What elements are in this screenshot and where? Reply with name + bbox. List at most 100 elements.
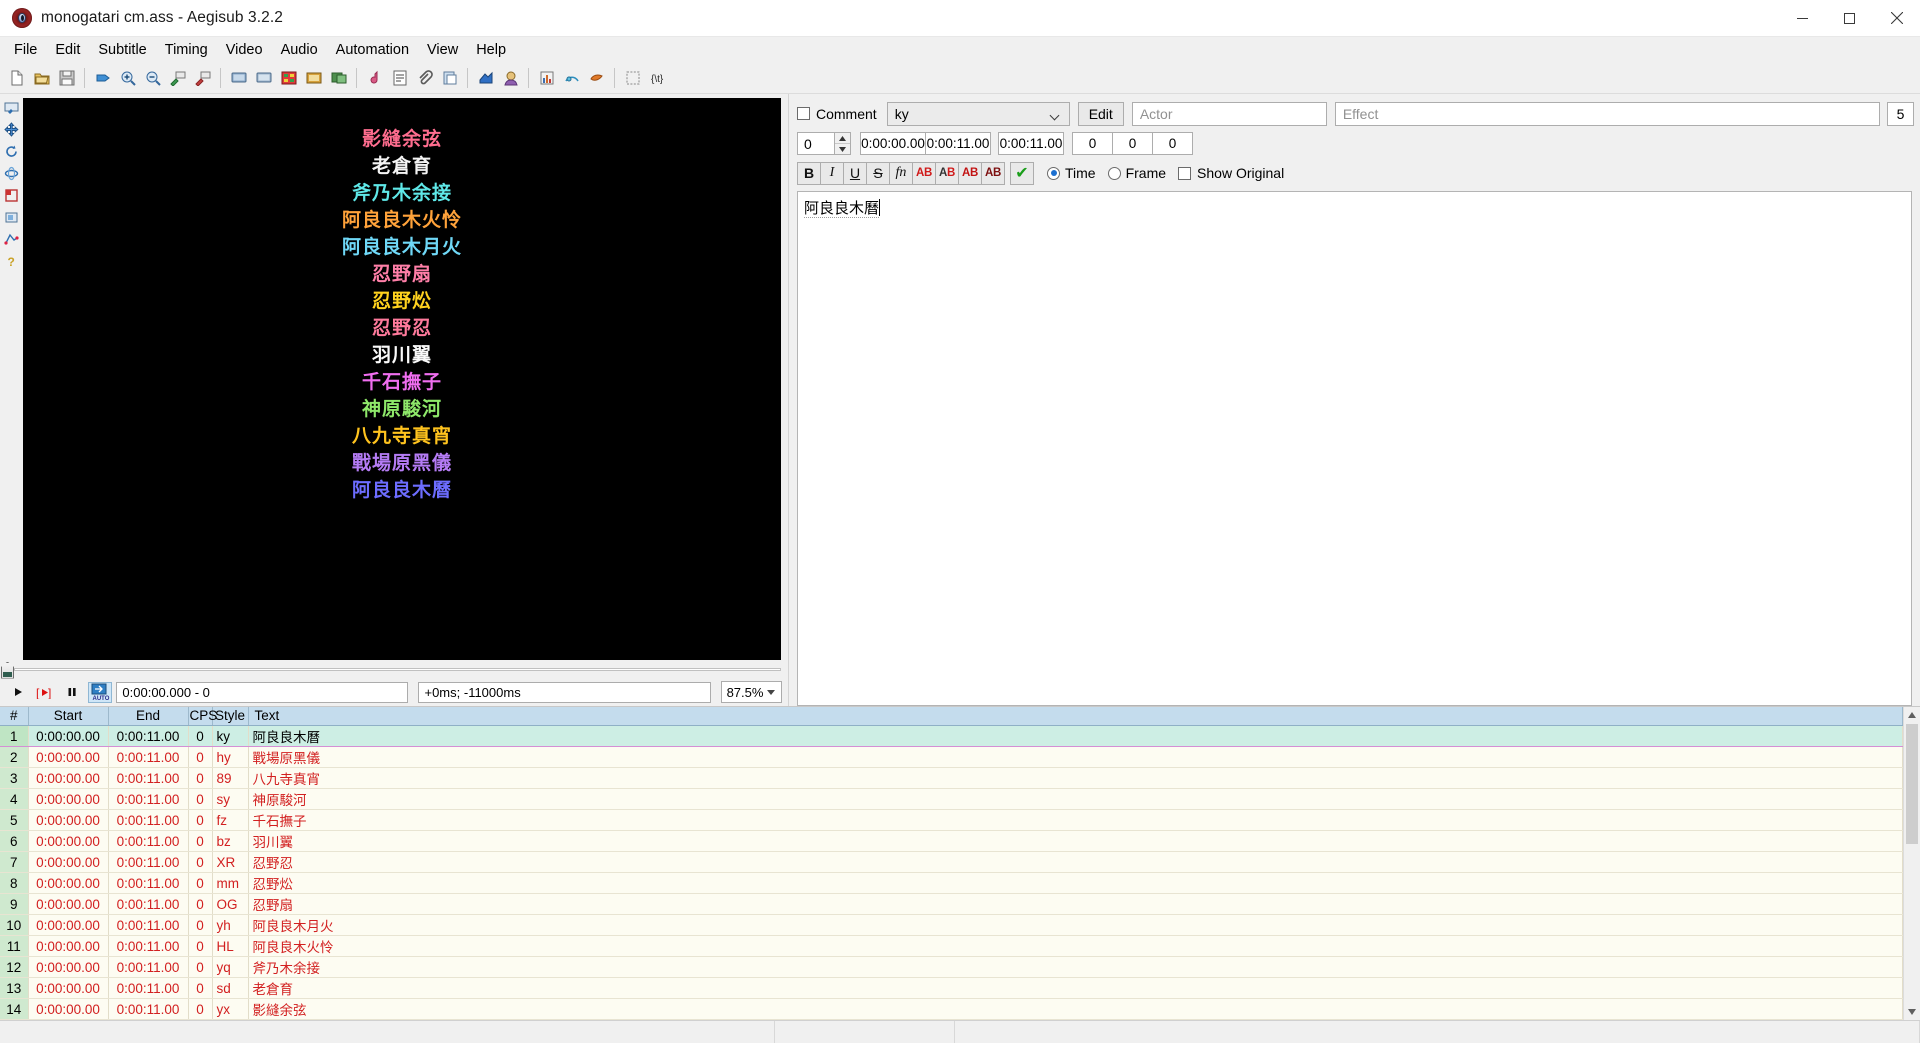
subtitle-text-editor[interactable]: 阿良良木曆	[797, 191, 1912, 706]
table-row[interactable]: 13 0:00:00.00 0:00:11.00 0 sd 老倉育	[0, 977, 1903, 999]
seek-thumb[interactable]	[1, 661, 14, 679]
font-select-button[interactable]: fn	[889, 161, 913, 185]
margin-right-field[interactable]: 0	[1112, 132, 1153, 155]
spinner-down-icon[interactable]	[835, 144, 850, 154]
menu-audio[interactable]: Audio	[272, 39, 327, 61]
duration-field[interactable]: 0:00:11.00	[998, 132, 1064, 155]
column-header-text[interactable]: Text	[248, 706, 1903, 726]
menu-view[interactable]: View	[418, 39, 467, 61]
open-keyframes-icon[interactable]	[276, 66, 301, 91]
table-row[interactable]: 2 0:00:00.00 0:00:11.00 0 hy 戰場原黑儀	[0, 746, 1903, 768]
underline-button[interactable]: U	[843, 161, 867, 185]
auto-scroll-button[interactable]: AUTO	[88, 681, 113, 703]
column-header-number[interactable]: #	[0, 706, 29, 726]
clip-icon[interactable]	[2, 208, 21, 227]
vector-clip-icon[interactable]	[2, 230, 21, 249]
fonts-collector-icon[interactable]	[584, 66, 609, 91]
table-row[interactable]: 7 0:00:00.00 0:00:11.00 0 XR 忍野忍	[0, 851, 1903, 873]
strikeout-button[interactable]: S	[866, 161, 890, 185]
menu-subtitle[interactable]: Subtitle	[89, 39, 155, 61]
start-time-field[interactable]: 0:00:00.00	[860, 132, 926, 155]
attachments-icon[interactable]	[412, 66, 437, 91]
table-row[interactable]: 8 0:00:00.00 0:00:11.00 0 mm 忍野炂	[0, 872, 1903, 894]
open-video-icon[interactable]	[226, 66, 251, 91]
minimize-button[interactable]	[1779, 0, 1826, 37]
select-lines-icon[interactable]	[620, 66, 645, 91]
resample-icon[interactable]	[559, 66, 584, 91]
save-subtitles-icon[interactable]	[54, 66, 79, 91]
shadow-color-button[interactable]: AB	[981, 161, 1005, 185]
pause-icon[interactable]	[61, 681, 84, 703]
video-seek-slider[interactable]	[0, 659, 788, 680]
layer-field[interactable]: 0	[797, 132, 835, 155]
zoom-in-icon[interactable]	[115, 66, 140, 91]
column-header-cps[interactable]: CPS	[188, 706, 217, 726]
table-row[interactable]: 11 0:00:00.00 0:00:11.00 0 HL 阿良良木火怜	[0, 935, 1903, 957]
jump-to-icon[interactable]	[90, 66, 115, 91]
menu-file[interactable]: File	[5, 39, 46, 61]
table-row[interactable]: 14 0:00:00.00 0:00:11.00 0 yx 影縫余弦	[0, 998, 1903, 1020]
shift-times-icon[interactable]	[473, 66, 498, 91]
actor-field[interactable]: Actor	[1131, 101, 1327, 126]
secondary-color-button[interactable]: AB	[935, 161, 959, 185]
time-radio[interactable]	[1047, 166, 1060, 180]
open-subtitles-icon[interactable]	[29, 66, 54, 91]
grid-vertical-scrollbar[interactable]	[1903, 706, 1920, 1020]
table-row[interactable]: 10 0:00:00.00 0:00:11.00 0 yh 阿良良木月火	[0, 914, 1903, 936]
seek-track[interactable]	[14, 667, 781, 671]
style-select[interactable]: ky	[886, 101, 1070, 126]
new-subtitles-icon[interactable]	[4, 66, 29, 91]
table-row[interactable]: 5 0:00:00.00 0:00:11.00 0 fz 千石撫子	[0, 809, 1903, 831]
video-display-frame[interactable]: 影縫余弦 老倉育 斧乃木余接 阿良良木火怜 阿良良木月火 忍野扇 忍野炂 忍野忍…	[23, 94, 788, 660]
properties-icon[interactable]	[534, 66, 559, 91]
play-line-icon[interactable]: []	[33, 681, 56, 703]
play-icon[interactable]	[6, 681, 29, 703]
menu-help[interactable]: Help	[467, 39, 515, 61]
end-time-field[interactable]: 0:00:11.00	[925, 132, 991, 155]
tags-icon[interactable]: {\t}	[645, 66, 670, 91]
comment-checkbox[interactable]	[797, 107, 810, 120]
styles-manager-icon[interactable]	[498, 66, 523, 91]
menu-edit[interactable]: Edit	[46, 39, 89, 61]
column-header-start[interactable]: Start	[28, 706, 109, 726]
drag-subtitles-icon[interactable]	[2, 120, 21, 139]
open-timecodes-icon[interactable]	[301, 66, 326, 91]
standard-mode-icon[interactable]	[2, 98, 21, 117]
close-video-icon[interactable]	[251, 66, 276, 91]
rotate-z-icon[interactable]	[2, 142, 21, 161]
video-canvas[interactable]: 影縫余弦 老倉育 斧乃木余接 阿良良木火怜 阿良良木月火 忍野扇 忍野炂 忍野忍…	[23, 98, 781, 660]
outline-color-button[interactable]: AB	[958, 161, 982, 185]
scale-icon[interactable]	[2, 186, 21, 205]
frame-radio[interactable]	[1107, 166, 1121, 180]
column-header-style[interactable]: Style	[212, 706, 249, 726]
spellcheck-icon[interactable]	[387, 66, 412, 91]
rotate-xy-icon[interactable]	[2, 164, 21, 183]
italic-button[interactable]: I	[820, 161, 844, 185]
table-row[interactable]: 12 0:00:00.00 0:00:11.00 0 yq 斧乃木余接	[0, 956, 1903, 978]
margin-left-field[interactable]: 0	[1072, 132, 1113, 155]
open-audio-icon[interactable]	[362, 66, 387, 91]
video-zoom-select[interactable]: 87.5%	[720, 681, 783, 703]
primary-color-button[interactable]: AB	[912, 161, 936, 185]
menu-video[interactable]: Video	[217, 39, 272, 61]
layer-display[interactable]: 5	[1887, 101, 1914, 126]
scroll-up-icon[interactable]	[1904, 706, 1920, 724]
table-row[interactable]: 1 0:00:00.00 0:00:11.00 0 ky 阿良良木曆	[0, 725, 1903, 747]
close-button[interactable]	[1873, 0, 1920, 37]
menu-automation[interactable]: Automation	[327, 39, 418, 61]
zoom-out-icon[interactable]	[140, 66, 165, 91]
commit-button[interactable]: ✔	[1010, 161, 1034, 185]
margin-vertical-field[interactable]: 0	[1152, 132, 1193, 155]
column-header-end[interactable]: End	[108, 706, 189, 726]
edit-style-button[interactable]: Edit	[1077, 101, 1124, 126]
set-end-to-video-icon[interactable]	[190, 66, 215, 91]
table-row[interactable]: 6 0:00:00.00 0:00:11.00 0 bz 羽川翼	[0, 830, 1903, 852]
menu-timing[interactable]: Timing	[156, 39, 217, 61]
show-original-checkbox[interactable]	[1178, 166, 1192, 180]
table-row[interactable]: 3 0:00:00.00 0:00:11.00 0 89 八九寺真宵	[0, 767, 1903, 789]
bold-button[interactable]: B	[797, 161, 821, 185]
spinner-up-icon[interactable]	[835, 133, 850, 144]
layer-spinner[interactable]	[835, 132, 851, 155]
effect-field[interactable]: Effect	[1334, 101, 1880, 126]
table-row[interactable]: 4 0:00:00.00 0:00:11.00 0 sy 神原駿河	[0, 788, 1903, 810]
